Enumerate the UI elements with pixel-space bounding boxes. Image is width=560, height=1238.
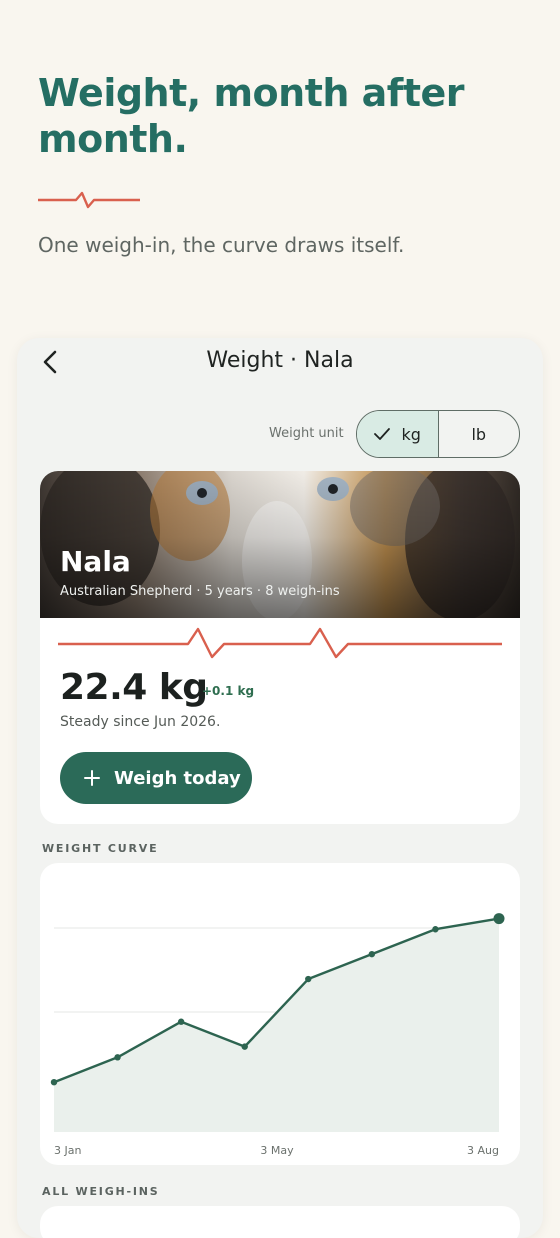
screen-title: Weight · Nala [206,348,354,373]
weight-unit-label: Weight unit [269,426,344,441]
phone-screen: Weight · Nala Weight unit kg lb Nala Aus… [17,338,543,1238]
weight-unit-toggle[interactable]: kg lb [356,410,520,458]
chart-area [54,918,499,1132]
weigh-today-button[interactable]: Weigh today [60,752,252,804]
check-icon [373,428,390,440]
x-tick-label: 3 May [260,1144,294,1157]
chart-point [241,1043,248,1050]
unit-option-kg[interactable]: kg [357,411,439,457]
current-weight: 22.4 kg [60,667,208,708]
weighins-list-card [40,1206,520,1238]
chart-point-latest [493,913,505,925]
weight-chart: 3 Jan 3 May 3 Aug [50,913,505,1157]
chart-point [432,926,439,933]
hero: Weight, month after month. [38,70,518,162]
weight-delta: +0.1 kg [202,684,255,698]
unit-option-kg-label: kg [401,424,421,444]
heartbeat-line-icon [58,627,502,659]
pet-meta: Australian Shepherd · 5 years · 8 weigh-… [60,584,340,599]
weigh-today-label: Weigh today [114,767,241,789]
x-tick-label: 3 Jan [54,1144,81,1157]
unit-option-lb-label: lb [471,424,487,444]
hero-subtitle: One weigh-in, the curve draws itself. [38,233,405,257]
chart-point [114,1054,121,1061]
chart-point [368,950,376,958]
weight-status: Steady since Jun 2026. [60,714,221,730]
chart-point [177,1018,185,1025]
weight-chart-card: 3 Jan 3 May 3 Aug [40,863,520,1165]
pet-card: Nala Australian Shepherd · 5 years · 8 w… [40,471,520,824]
hero-title: Weight, month after month. [38,71,465,161]
all-weighins-heading: ALL WEIGH-INS [42,1185,160,1198]
plus-icon [84,770,100,786]
pet-name: Nala [60,545,131,578]
x-tick-label: 3 Aug [467,1144,499,1157]
chart-point [50,1079,58,1086]
unit-option-lb[interactable]: lb [439,411,520,457]
chart-point [305,975,312,983]
weight-curve-heading: WEIGHT CURVE [42,842,159,855]
heartbeat-divider-icon [38,191,140,209]
